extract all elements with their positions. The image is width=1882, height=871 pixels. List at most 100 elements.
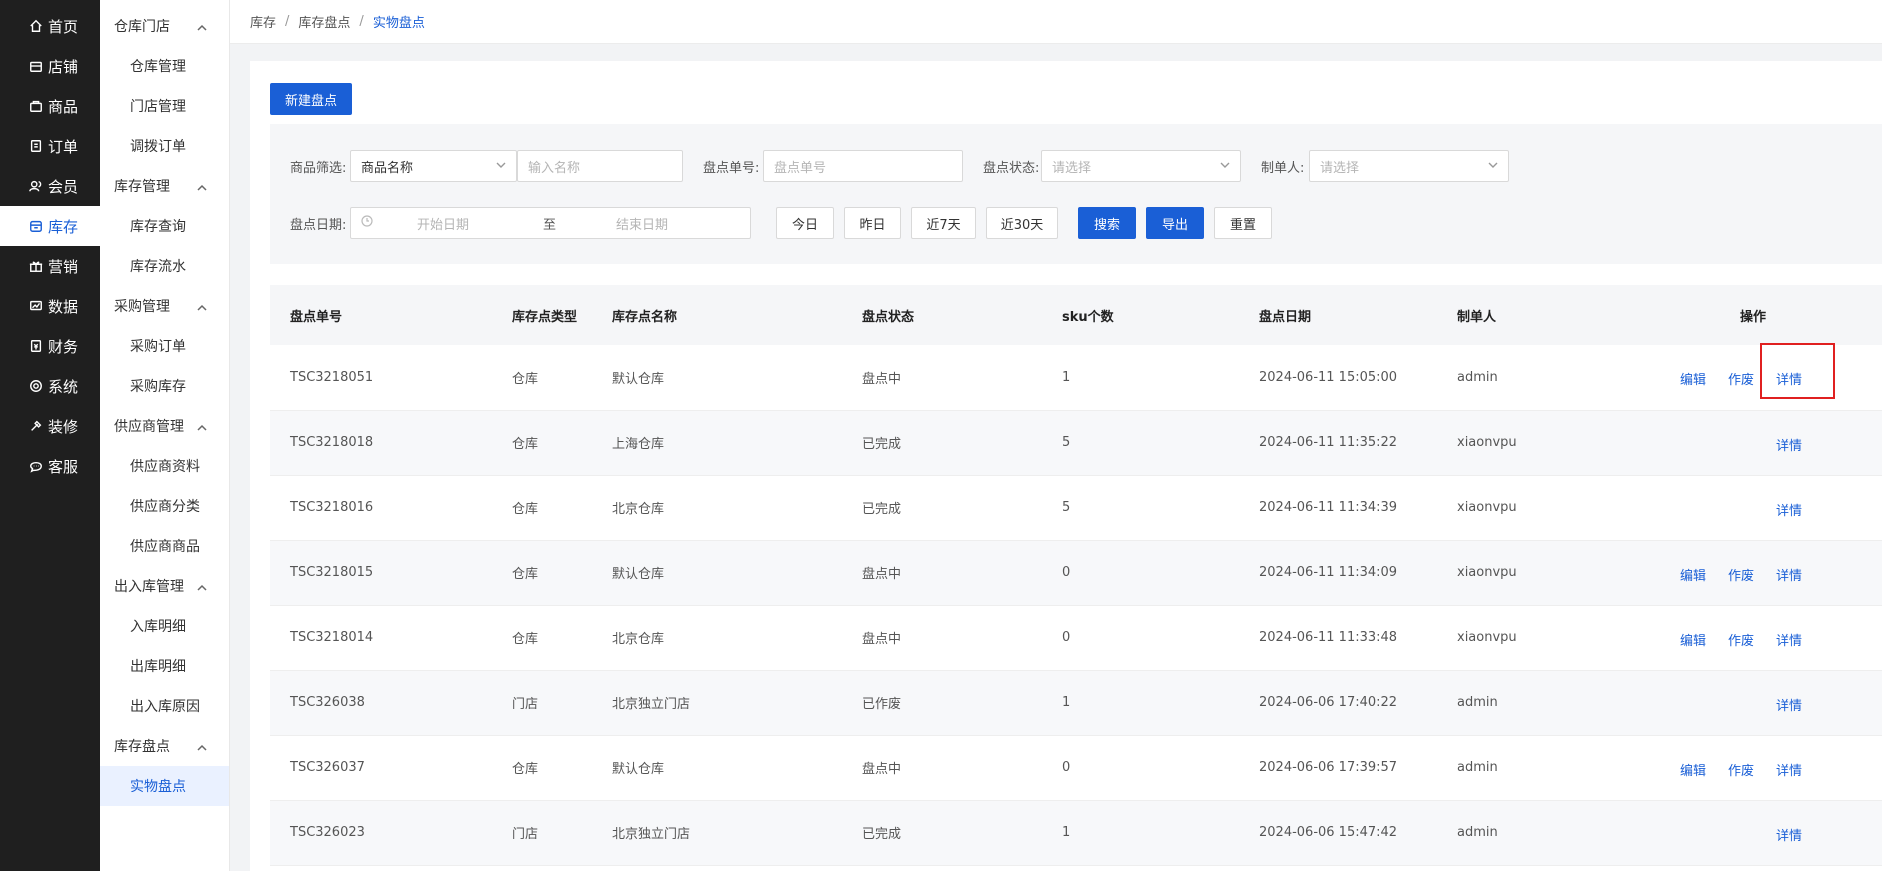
menu-item[interactable]: 出库明细 <box>100 646 229 686</box>
cell-type: 仓库 <box>512 475 612 541</box>
menu-item[interactable]: 采购订单 <box>100 326 229 366</box>
quick-30days-button[interactable]: 近30天 <box>986 207 1058 239</box>
cell-status: 盘点中 <box>862 345 1062 411</box>
cell-creator: admin <box>1457 735 1680 801</box>
nav-item-service[interactable]: 客服 <box>0 446 100 486</box>
order-no-input[interactable]: 盘点单号 <box>763 150 963 182</box>
nav-item-label: 订单 <box>48 137 79 156</box>
menu-item[interactable]: 门店管理 <box>100 86 229 126</box>
edit-link[interactable]: 编辑 <box>1680 565 1706 584</box>
cell-type: 仓库 <box>512 605 612 671</box>
detail-link[interactable]: 详情 <box>1776 500 1802 519</box>
cell-status: 盘点中 <box>862 605 1062 671</box>
void-link[interactable]: 作废 <box>1728 565 1754 584</box>
date-range-picker[interactable]: 开始日期 至 结束日期 <box>350 207 751 239</box>
menu-group-label: 采购管理 <box>114 299 170 315</box>
nav-item-order[interactable]: 订单 <box>0 126 100 166</box>
filter-row: 盘点日期: 开始日期 至 结束日期 今日 昨日 近7天 近30天 搜索 导出 重… <box>290 207 1862 239</box>
menu-group[interactable]: 库存盘点 <box>100 726 229 766</box>
detail-link[interactable]: 详情 <box>1776 565 1802 584</box>
content-card: 新建盘点 商品筛选: 商品名称 输入名称 盘点单号: 盘点单号 盘点状态: 请选… <box>250 61 1882 871</box>
nav-item-decorate[interactable]: 装修 <box>0 406 100 446</box>
detail-link[interactable]: 详情 <box>1776 695 1802 714</box>
cell-name: 默认仓库 <box>612 735 862 801</box>
menu-item[interactable]: 实物盘点 <box>100 766 229 806</box>
reset-button[interactable]: 重置 <box>1214 207 1272 239</box>
void-link[interactable]: 作废 <box>1728 760 1754 779</box>
detail-link[interactable]: 详情 <box>1776 760 1802 779</box>
menu-item[interactable]: 供应商分类 <box>100 486 229 526</box>
menu-group[interactable]: 供应商管理 <box>100 406 229 446</box>
breadcrumb-item[interactable]: 库存盘点 <box>298 12 350 31</box>
table-row: TSC3218018 仓库 上海仓库 已完成 5 2024-06-11 11:35:22 x… <box>270 410 1882 476</box>
breadcrumb-separator: / <box>359 14 364 29</box>
menu-item[interactable]: 库存流水 <box>100 246 229 286</box>
cell-no: TSC326038 <box>270 670 512 736</box>
cell-ops: 详情 <box>1680 475 1882 541</box>
end-date-placeholder[interactable]: 结束日期 <box>616 214 668 233</box>
goods-name-input[interactable]: 输入名称 <box>517 150 683 182</box>
void-link[interactable]: 作废 <box>1728 369 1754 388</box>
menu-item[interactable]: 入库明细 <box>100 606 229 646</box>
goods-filter-select[interactable]: 商品名称 <box>350 150 517 182</box>
menu-group[interactable]: 出入库管理 <box>100 566 229 606</box>
export-button[interactable]: 导出 <box>1146 207 1204 239</box>
menu-item[interactable]: 库存查询 <box>100 206 229 246</box>
cell-no: TSC326023 <box>270 800 512 866</box>
search-button[interactable]: 搜索 <box>1078 207 1136 239</box>
marketing-icon <box>26 259 46 273</box>
void-link[interactable]: 作废 <box>1728 630 1754 649</box>
edit-link[interactable]: 编辑 <box>1680 369 1706 388</box>
edit-link[interactable]: 编辑 <box>1680 630 1706 649</box>
menu-item[interactable]: 出入库原因 <box>100 686 229 726</box>
menu-group-label: 库存盘点 <box>114 739 170 755</box>
nav-item-system[interactable]: 系统 <box>0 366 100 406</box>
menu-group[interactable]: 采购管理 <box>100 286 229 326</box>
nav-item-shop[interactable]: 店铺 <box>0 46 100 86</box>
goods-filter-label: 商品筛选: <box>290 160 347 176</box>
menu-group[interactable]: 库存管理 <box>100 166 229 206</box>
menu-group-label: 仓库门店 <box>114 19 170 35</box>
new-stocktake-button[interactable]: 新建盘点 <box>270 83 353 115</box>
nav-item-finance[interactable]: 财务 <box>0 326 100 366</box>
status-label: 盘点状态: <box>983 160 1040 176</box>
menu-item[interactable]: 调拨订单 <box>100 126 229 166</box>
breadcrumb-current: 实物盘点 <box>372 16 425 31</box>
row-actions: 详情 <box>1680 801 1882 865</box>
menu-item[interactable]: 供应商商品 <box>100 526 229 566</box>
menu-item[interactable]: 供应商资料 <box>100 446 229 486</box>
creator-label: 制单人: <box>1261 160 1305 176</box>
detail-link[interactable]: 详情 <box>1776 630 1802 649</box>
cell-creator: xiaonvpu <box>1457 605 1680 671</box>
table-header-row: 盘点单号 库存点类型 库存点名称 盘点状态 sku个数 盘点日期 制单人 操作 <box>270 285 1882 345</box>
detail-link[interactable]: 详情 <box>1776 435 1802 454</box>
edit-link[interactable]: 编辑 <box>1680 760 1706 779</box>
creator-select[interactable]: 请选择 <box>1309 150 1509 182</box>
nav-item-label: 库存 <box>48 217 79 236</box>
nav-item-data[interactable]: 数据 <box>0 286 100 326</box>
cell-sku: 1 <box>1062 345 1259 411</box>
start-date-placeholder[interactable]: 开始日期 <box>417 214 527 233</box>
menu-item[interactable]: 仓库管理 <box>100 46 229 86</box>
nav-item-member[interactable]: 会员 <box>0 166 100 206</box>
nav-item-inventory[interactable]: 库存 <box>0 206 100 246</box>
breadcrumb-item[interactable]: 库存 <box>250 12 276 31</box>
quick-today-button[interactable]: 今日 <box>776 207 834 239</box>
nav-item-goods[interactable]: 商品 <box>0 86 100 126</box>
cell-date: 2024-06-06 17:39:57 <box>1259 735 1457 801</box>
quick-yesterday-button[interactable]: 昨日 <box>844 207 901 239</box>
menu-group[interactable]: 仓库门店 <box>100 6 229 46</box>
finance-icon <box>26 339 46 353</box>
nav-item-home[interactable]: 首页 <box>0 6 100 46</box>
table-row: TSC326038 门店 北京独立门店 已作废 1 2024-06-06 17:40:22… <box>270 670 1882 736</box>
breadcrumb: 库存 / 库存盘点 / 实物盘点 <box>230 0 1882 44</box>
nav-item-marketing[interactable]: 营销 <box>0 246 100 286</box>
column-header: 制单人 <box>1457 309 1497 325</box>
row-actions: 编辑 作废 详情 <box>1680 343 1882 410</box>
status-select[interactable]: 请选择 <box>1041 150 1241 182</box>
quick-7days-button[interactable]: 近7天 <box>911 207 976 239</box>
system-icon <box>26 379 46 393</box>
column-header: 库存点名称 <box>612 309 678 325</box>
detail-link[interactable]: 详情 <box>1776 825 1802 844</box>
menu-item[interactable]: 采购库存 <box>100 366 229 406</box>
